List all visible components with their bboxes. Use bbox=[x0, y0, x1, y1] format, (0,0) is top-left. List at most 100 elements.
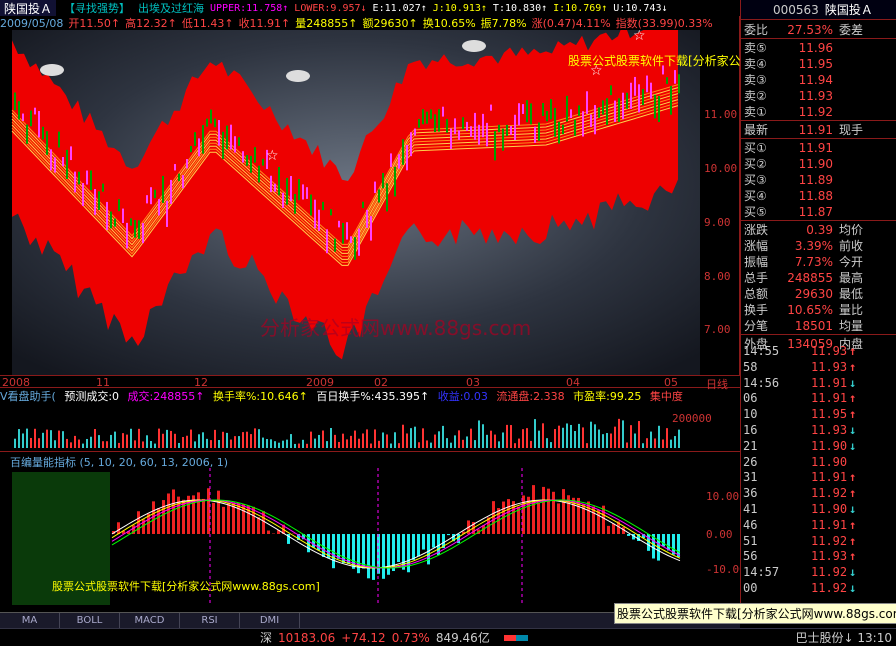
quote-row-ask-4: 卖① 11.92 bbox=[741, 104, 896, 120]
index-amount: 849.46亿 bbox=[435, 631, 490, 645]
tick-time: 26 bbox=[743, 454, 758, 469]
volume-title: V看盘助手( bbox=[0, 390, 56, 402]
quote-label: 买④ bbox=[744, 189, 767, 203]
tab-boll[interactable]: BOLL bbox=[60, 613, 120, 628]
quote-row-bid-4: 买⑤ 11.87 bbox=[741, 204, 896, 220]
quote-label-2: 最低 bbox=[839, 287, 864, 301]
volume-panel[interactable]: V看盘助手( 预测成交:0 成交:248855↑ 换手率%:10.646↑ 百日… bbox=[0, 388, 740, 452]
arrow-up-icon: ↑ bbox=[849, 344, 857, 358]
arrow-up-icon: ↑ bbox=[849, 549, 857, 564]
quote-label: 委比 bbox=[744, 23, 769, 37]
tick-price: 11.93 bbox=[811, 549, 848, 564]
ohlc-open: 开11.50↑ bbox=[68, 17, 121, 30]
watermark-indicator: 股票公式股票软件下载[分析家公式网www.88gs.com] bbox=[52, 580, 320, 593]
tick-price: 11.93 bbox=[811, 359, 848, 374]
cloud-icon bbox=[462, 40, 486, 52]
quote-label-2: 委差 bbox=[839, 23, 864, 37]
quote-value: 29630 bbox=[794, 287, 833, 301]
index-name: 深 bbox=[260, 631, 273, 645]
indicator-axis-top: 10.00 bbox=[706, 490, 740, 503]
strategy-tag[interactable]: 【寻找强势】 bbox=[64, 0, 130, 16]
u-value: U:10.743↓ bbox=[613, 2, 668, 14]
quote-separator bbox=[741, 38, 896, 39]
tick-time: 46 bbox=[743, 517, 758, 532]
tick-price: 11.93 bbox=[811, 423, 848, 437]
tick-price: 11.90 bbox=[811, 438, 848, 453]
tick-row: 10 11.95 ↑ bbox=[741, 407, 896, 422]
main-chart-panel[interactable]: 陕国投Ａ 【寻找强势】 出埃及过红海 UPPER:11.758↑ LOWER:9… bbox=[0, 0, 860, 375]
stock-code: 000563 bbox=[773, 2, 819, 17]
tick-row: 56 11.93 ↑ bbox=[741, 549, 896, 564]
tab-ma[interactable]: MA bbox=[0, 613, 60, 628]
quote-row-stat-3: 总手 248855 最高 bbox=[741, 270, 896, 286]
status-mini-bar bbox=[503, 634, 528, 641]
tick-time: 51 bbox=[743, 533, 758, 548]
volume-float: 流通盘:2.338 bbox=[496, 390, 565, 402]
quote-row-stat-4: 总额 29630 最低 bbox=[741, 286, 896, 302]
quote-value: 11.90 bbox=[798, 157, 833, 171]
tick-price: 11.91 bbox=[811, 470, 848, 485]
tick-row: 41 11.90 ↓ bbox=[741, 502, 896, 517]
tab-dmi[interactable]: DMI bbox=[240, 613, 300, 628]
price-axis: 11.00 10.00 9.00 8.00 7.00 bbox=[700, 30, 740, 375]
arrow-down-icon: ↓ bbox=[849, 581, 857, 595]
strategy-tag-2[interactable]: 出埃及过红海 bbox=[138, 0, 204, 16]
price-tick: 10.00 bbox=[704, 162, 738, 175]
tick-price: 11.92 bbox=[811, 486, 848, 501]
quote-row-stat-0: 涨跌 0.39 均价 bbox=[741, 222, 896, 238]
quote-value: 11.94 bbox=[798, 73, 833, 87]
watermark-main: 分析家公式网www.88gs.com bbox=[260, 316, 532, 340]
tick-time: 14:56 bbox=[743, 375, 780, 390]
tick-time: 14:55 bbox=[743, 344, 780, 358]
quote-value: 11.88 bbox=[798, 189, 833, 203]
tick-price: 11.91 bbox=[811, 375, 848, 390]
tick-price: 11.91 bbox=[811, 517, 848, 532]
tick-time: 21 bbox=[743, 438, 758, 453]
quote-value: 11.96 bbox=[798, 41, 833, 55]
quote-separator bbox=[741, 120, 896, 121]
volume-turnover-100: 百日换手%:435.395↑ bbox=[316, 390, 430, 402]
quote-row-ask-2: 卖③ 11.94 bbox=[741, 72, 896, 88]
volume-pred: 预测成交:0 bbox=[64, 390, 120, 402]
indicator-panel[interactable]: 百编量能指标 (5, 10, 20, 60, 13, 2006, 1) 10.0… bbox=[0, 452, 746, 612]
tick-row: 51 11.92 ↑ bbox=[741, 534, 896, 549]
volume-bars: 200000 bbox=[14, 412, 712, 448]
arrow-up-icon: ↑ bbox=[849, 517, 857, 532]
volume-yield: 收益:0.03 bbox=[437, 390, 488, 402]
price-tick: 11.00 bbox=[704, 108, 738, 121]
volume-header: V看盘助手( 预测成交:0 成交:248855↑ 换手率%:10.646↑ 百日… bbox=[0, 388, 740, 402]
quote-row-bid-0: 买① 11.91 bbox=[741, 140, 896, 156]
tick-row: 14:56 11.91 ↓ bbox=[741, 376, 896, 391]
arrow-down-icon: ↓ bbox=[849, 438, 857, 453]
index-value: 10183.06 bbox=[278, 630, 336, 645]
tick-time: 41 bbox=[743, 502, 758, 516]
quote-value: 7.73% bbox=[794, 255, 833, 269]
tab-macd[interactable]: MACD bbox=[120, 613, 180, 628]
quote-value: 3.39% bbox=[794, 239, 833, 253]
upper-value: UPPER:11.758↑ bbox=[210, 2, 289, 14]
price-tick: 8.00 bbox=[704, 270, 731, 283]
tick-time: 56 bbox=[743, 549, 758, 564]
tab-rsi[interactable]: RSI bbox=[180, 613, 240, 628]
quote-row-ask-1: 卖④ 11.95 bbox=[741, 56, 896, 72]
ohlc-low: 低11.43↑ bbox=[181, 17, 234, 30]
quote-row-bid-3: 买④ 11.88 bbox=[741, 188, 896, 204]
tick-price: 11.90 bbox=[811, 502, 848, 516]
quote-row-bid-1: 买② 11.90 bbox=[741, 156, 896, 172]
arrow-up-icon: ↑ bbox=[849, 533, 857, 548]
tick-price: 11.92 bbox=[811, 581, 848, 595]
ohlc-turnover: 换10.65% bbox=[422, 17, 476, 30]
arrow-up-icon: ↑ bbox=[849, 391, 857, 406]
tick-row: 46 11.91 ↑ bbox=[741, 518, 896, 533]
lower-value: LOWER:9.957↓ bbox=[294, 2, 367, 14]
quote-row-bid-2: 买③ 11.89 bbox=[741, 172, 896, 188]
quote-label: 买② bbox=[744, 157, 767, 171]
star-icon: ☆ bbox=[266, 148, 279, 164]
quote-label: 振幅 bbox=[744, 255, 769, 269]
tick-price: 11.92 bbox=[811, 565, 848, 580]
status-right: 巴士股份↓ 13:10 bbox=[795, 631, 892, 645]
quote-label: 涨跌 bbox=[744, 223, 769, 237]
quote-value: 10.65% bbox=[787, 303, 833, 317]
ohlc-change: 涨(0.47)4.11% bbox=[531, 17, 611, 30]
quote-value: 11.95 bbox=[798, 57, 833, 71]
